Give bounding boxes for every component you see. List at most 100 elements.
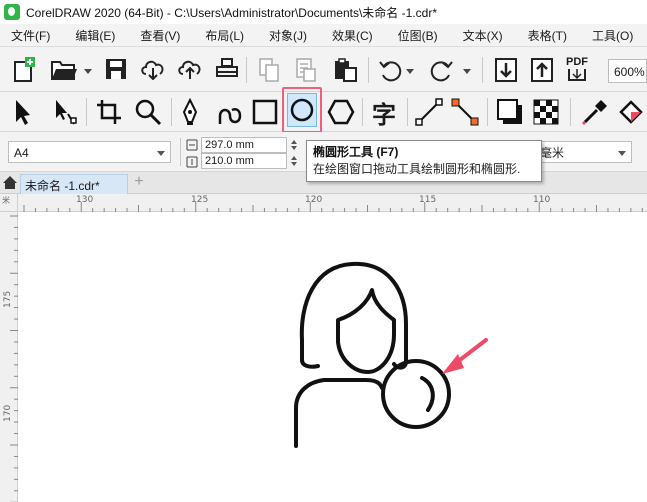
horizontal-ruler-ticks [23, 202, 643, 212]
body-outline [294, 378, 384, 448]
height-spin-up-icon[interactable] [291, 156, 297, 160]
document-tab-label: 未命名 -1.cdr* [25, 179, 100, 193]
menu-table[interactable]: 表格(T) [517, 27, 575, 44]
hair-left [300, 338, 320, 369]
face-outline [336, 288, 396, 374]
transparency-tool-icon[interactable] [533, 99, 559, 125]
connector-tool-icon[interactable] [451, 98, 479, 126]
units-value: 毫米 [540, 146, 565, 160]
eyedropper-tool-icon[interactable] [581, 98, 609, 126]
toolbar-separator [362, 98, 363, 126]
freehand-tool-icon[interactable] [216, 98, 244, 126]
page-width-icon [186, 139, 198, 151]
pdf-label: PDF [566, 56, 588, 68]
pick-tool-icon[interactable] [12, 98, 32, 126]
toolbar-separator [171, 98, 172, 126]
width-spin-down-icon[interactable] [291, 146, 297, 150]
copy-icon[interactable] [258, 57, 280, 83]
ruler-tick-label: 110 [533, 195, 551, 205]
tooltip-title: 椭圆形工具 (F7) [313, 145, 399, 159]
ellipse-tool-tooltip: 椭圆形工具 (F7) 在绘图窗口拖动工具绘制圆形和椭圆形. [306, 140, 542, 182]
menu-tools[interactable]: 工具(O) [581, 27, 641, 44]
ruler-tick-label: 120 [305, 195, 323, 205]
shape-tool-icon[interactable] [50, 98, 80, 126]
window-title: CorelDRAW 2020 (64-Bit) - C:\Users\Admin… [26, 5, 437, 20]
standard-toolbar: PDF [0, 47, 647, 92]
page-size-value: A4 [14, 146, 29, 160]
cloud-download-icon[interactable] [140, 58, 166, 80]
undo-dropdown-chevron-icon[interactable] [406, 69, 414, 74]
line-tool-icon[interactable] [415, 98, 443, 126]
tooltip-description: 在绘图窗口拖动工具绘制圆形和椭圆形. [313, 162, 521, 176]
redo-dropdown-chevron-icon[interactable] [463, 69, 471, 74]
text-tool-icon[interactable]: 字 [369, 97, 399, 129]
toolbox-bar: 字 [0, 92, 647, 132]
page-width-field[interactable]: 297.0 mm [201, 137, 287, 153]
menu-file[interactable]: 文件(F) [0, 27, 58, 44]
page-height-icon [186, 156, 198, 168]
menu-bitmaps[interactable]: 位图(B) [387, 27, 446, 44]
zoom-level-field[interactable]: 600% [608, 59, 647, 83]
page-height-field[interactable]: 210.0 mm [201, 153, 287, 169]
width-spin-up-icon[interactable] [291, 140, 297, 144]
title-bar: CorelDRAW 2020 (64-Bit) - C:\Users\Admin… [0, 0, 647, 24]
vertical-ruler[interactable]: 175 170 [0, 212, 18, 502]
coreldraw-logo-icon [4, 4, 20, 20]
cloud-upload-icon[interactable] [177, 58, 203, 80]
rectangle-tool-icon[interactable] [252, 99, 278, 125]
ruler-corner[interactable]: 米 [0, 194, 18, 212]
open-dropdown-chevron-icon[interactable] [84, 69, 92, 74]
paste-icon[interactable] [295, 57, 317, 83]
menu-text[interactable]: 文本(X) [452, 27, 511, 44]
chevron-down-icon [618, 151, 626, 156]
toolbar-separator [482, 57, 483, 83]
toolbar-separator [570, 98, 571, 126]
save-icon[interactable] [105, 58, 127, 80]
redo-icon[interactable] [430, 58, 454, 82]
toolbar-separator [246, 57, 247, 83]
open-folder-icon[interactable] [50, 59, 78, 81]
menu-edit[interactable]: 编辑(E) [64, 27, 123, 44]
document-tab[interactable]: 未命名 -1.cdr* [20, 174, 128, 194]
menu-object[interactable]: 对象(J) [258, 27, 315, 44]
magnifier-lens [381, 359, 451, 429]
drop-shadow-tool-icon[interactable] [496, 98, 524, 126]
ruler-tick-label: 170 [3, 404, 13, 422]
home-icon[interactable] [2, 175, 18, 193]
pen-tool-icon[interactable] [178, 98, 202, 126]
vertical-ruler-ticks [10, 215, 18, 502]
zoom-tool-icon[interactable] [134, 98, 162, 126]
toolbar-separator [86, 98, 87, 126]
fill-tool-icon[interactable] [617, 98, 645, 126]
horizontal-ruler[interactable]: 130 125 120 115 110 [18, 194, 647, 212]
export-icon[interactable] [530, 57, 554, 83]
toolbar-separator [487, 98, 488, 126]
menu-layout[interactable]: 布局(L) [194, 27, 252, 44]
clipboard-icon[interactable] [333, 57, 359, 83]
pointer-arrow [442, 338, 488, 374]
menu-view[interactable]: 查看(V) [129, 27, 188, 44]
new-document-icon[interactable] [12, 57, 36, 83]
crop-tool-icon[interactable] [95, 98, 123, 126]
toolbar-separator [180, 138, 181, 166]
ruler-tick-label: 115 [419, 195, 437, 205]
ellipse-tool-icon[interactable] [287, 93, 317, 127]
height-spin-down-icon[interactable] [291, 162, 297, 166]
toolbar-separator [407, 98, 408, 126]
import-icon[interactable] [494, 57, 518, 83]
print-icon[interactable] [215, 57, 239, 81]
page-size-select[interactable]: A4 [8, 141, 171, 163]
add-tab-button[interactable]: + [130, 174, 148, 192]
pdf-icon[interactable]: PDF [566, 56, 588, 82]
undo-icon[interactable] [378, 58, 402, 82]
chevron-down-icon [157, 151, 165, 156]
toolbar-separator [368, 57, 369, 83]
menu-bar: 文件(F) 编辑(E) 查看(V) 布局(L) 对象(J) 效果(C) 位图(B… [0, 24, 647, 47]
ruler-tick-label: 125 [191, 195, 209, 205]
menu-effects[interactable]: 效果(C) [321, 27, 381, 44]
drawing-canvas[interactable] [18, 212, 647, 502]
magnifier-highlight [420, 376, 435, 412]
ruler-tick-label: 175 [3, 290, 13, 308]
polygon-tool-icon[interactable] [327, 98, 355, 126]
woman-with-magnifier-illustration[interactable] [18, 212, 647, 502]
